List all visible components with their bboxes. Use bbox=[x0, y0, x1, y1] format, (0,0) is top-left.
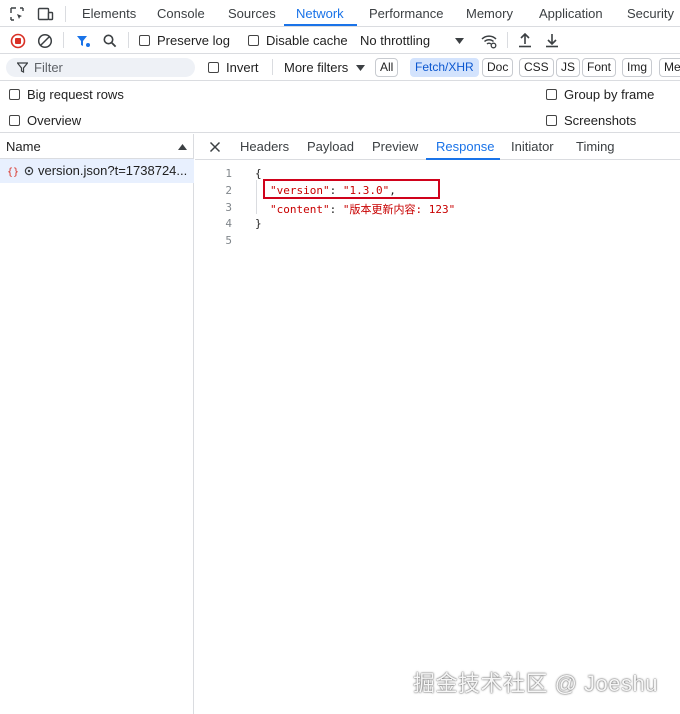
detail-tabbar: Headers Payload Preview Response Initiat… bbox=[195, 134, 680, 160]
network-conditions-icon[interactable] bbox=[479, 31, 498, 50]
settings-options: Big request rows Group by frame Overview… bbox=[0, 81, 680, 133]
content-value: "版本更新内容: 123" bbox=[342, 203, 456, 216]
search-icon[interactable] bbox=[101, 32, 118, 49]
tab-preview[interactable]: Preview bbox=[372, 139, 418, 154]
name-column-label: Name bbox=[6, 139, 41, 154]
code-close-brace: } bbox=[255, 217, 262, 230]
disable-cache-label: Disable cache bbox=[266, 33, 348, 48]
stop-recording-icon[interactable] bbox=[9, 32, 26, 49]
more-filters-button[interactable]: More filters bbox=[284, 60, 348, 75]
line-number: 3 bbox=[225, 201, 232, 214]
tab-sources[interactable]: Sources bbox=[228, 6, 276, 21]
tab-performance[interactable]: Performance bbox=[369, 6, 443, 21]
preserve-log-label: Preserve log bbox=[157, 33, 230, 48]
filter-input[interactable]: Filter bbox=[6, 58, 195, 77]
filter-placeholder: Filter bbox=[34, 60, 63, 75]
tab-payload[interactable]: Payload bbox=[307, 139, 354, 154]
group-by-frame-checkbox[interactable] bbox=[546, 89, 557, 100]
annotation-highlight-box bbox=[263, 179, 440, 199]
filter-separator bbox=[272, 59, 273, 75]
code-open-brace: { bbox=[255, 167, 262, 180]
chip-font[interactable]: Font bbox=[582, 58, 617, 77]
tab-application[interactable]: Application bbox=[539, 6, 603, 21]
throttling-select[interactable]: No throttling bbox=[360, 33, 430, 48]
screenshots-label: Screenshots bbox=[564, 113, 637, 128]
chevron-down-icon[interactable] bbox=[454, 36, 464, 46]
svg-text:{}: {} bbox=[7, 167, 19, 177]
json-file-icon: {} bbox=[6, 164, 22, 178]
tab-headers[interactable]: Headers bbox=[240, 139, 289, 154]
line-number: 1 bbox=[225, 167, 232, 180]
line-number: 5 bbox=[225, 234, 232, 247]
sort-ascending-icon[interactable] bbox=[178, 143, 187, 150]
line-number: 2 bbox=[225, 184, 232, 197]
inspect-element-icon[interactable] bbox=[8, 5, 26, 23]
active-tab-indicator bbox=[284, 24, 357, 26]
group-by-frame-label: Group by frame bbox=[564, 87, 655, 102]
disable-cache-checkbox[interactable] bbox=[248, 35, 259, 46]
tab-memory[interactable]: Memory bbox=[466, 6, 513, 21]
code-line-content: "content": "版本更新内容: 123" bbox=[270, 203, 456, 216]
big-request-rows-checkbox[interactable] bbox=[9, 89, 20, 100]
chip-img[interactable]: Img bbox=[622, 58, 653, 77]
chip-css[interactable]: CSS bbox=[519, 58, 554, 77]
big-request-rows-label: Big request rows bbox=[27, 87, 124, 102]
line-number: 4 bbox=[225, 217, 232, 230]
tabbar-separator bbox=[65, 6, 66, 22]
network-toolbar: Preserve log Disable cache No throttling bbox=[0, 27, 680, 54]
toolbar-separator bbox=[128, 32, 129, 48]
toolbar-separator bbox=[507, 32, 508, 48]
close-icon[interactable] bbox=[208, 140, 222, 154]
tab-initiator[interactable]: Initiator bbox=[511, 139, 554, 154]
active-detail-tab-indicator bbox=[426, 158, 500, 160]
clear-icon[interactable] bbox=[36, 32, 53, 49]
chip-fetch-xhr[interactable]: Fetch/XHR bbox=[410, 58, 479, 77]
invert-label: Invert bbox=[226, 60, 259, 75]
chip-media[interactable]: Me bbox=[659, 58, 680, 77]
export-har-icon[interactable] bbox=[543, 31, 560, 49]
chip-doc[interactable]: Doc bbox=[482, 58, 514, 77]
request-list: Name {} version.json?t=1738724... bbox=[0, 134, 194, 714]
overview-checkbox[interactable] bbox=[9, 115, 20, 126]
service-worker-gear-icon bbox=[23, 165, 34, 176]
request-name: version.json?t=1738724... bbox=[38, 163, 188, 178]
tab-elements[interactable]: Elements bbox=[82, 6, 136, 21]
toolbar-separator bbox=[63, 32, 64, 48]
filter-funnel-icon[interactable] bbox=[74, 32, 91, 49]
tab-console[interactable]: Console bbox=[157, 6, 205, 21]
indent-guide bbox=[256, 180, 257, 214]
watermark: 掘金技术社区 @ Joeshu bbox=[413, 671, 658, 696]
invert-checkbox[interactable] bbox=[208, 62, 219, 73]
content-key: "content" bbox=[270, 203, 330, 216]
filter-icon bbox=[16, 61, 28, 74]
tab-network[interactable]: Network bbox=[296, 6, 344, 21]
import-har-icon[interactable] bbox=[516, 31, 533, 49]
tab-timing[interactable]: Timing bbox=[576, 139, 615, 154]
name-column-header[interactable]: Name bbox=[0, 134, 194, 159]
chevron-down-icon[interactable] bbox=[355, 63, 365, 73]
chip-all[interactable]: All bbox=[375, 58, 399, 77]
devtools-tabbar: Elements Console Sources Network Perform… bbox=[0, 0, 680, 27]
chip-js[interactable]: JS bbox=[556, 58, 581, 77]
preserve-log-checkbox[interactable] bbox=[139, 35, 150, 46]
screenshots-checkbox[interactable] bbox=[546, 115, 557, 126]
device-toolbar-icon[interactable] bbox=[36, 5, 54, 23]
tab-security[interactable]: Security bbox=[627, 6, 674, 21]
overview-label: Overview bbox=[27, 113, 82, 128]
request-row[interactable]: {} version.json?t=1738724... bbox=[0, 159, 194, 183]
filter-bar: Filter Invert More filters All Fetch/XHR… bbox=[0, 54, 680, 81]
tab-response[interactable]: Response bbox=[436, 139, 495, 154]
